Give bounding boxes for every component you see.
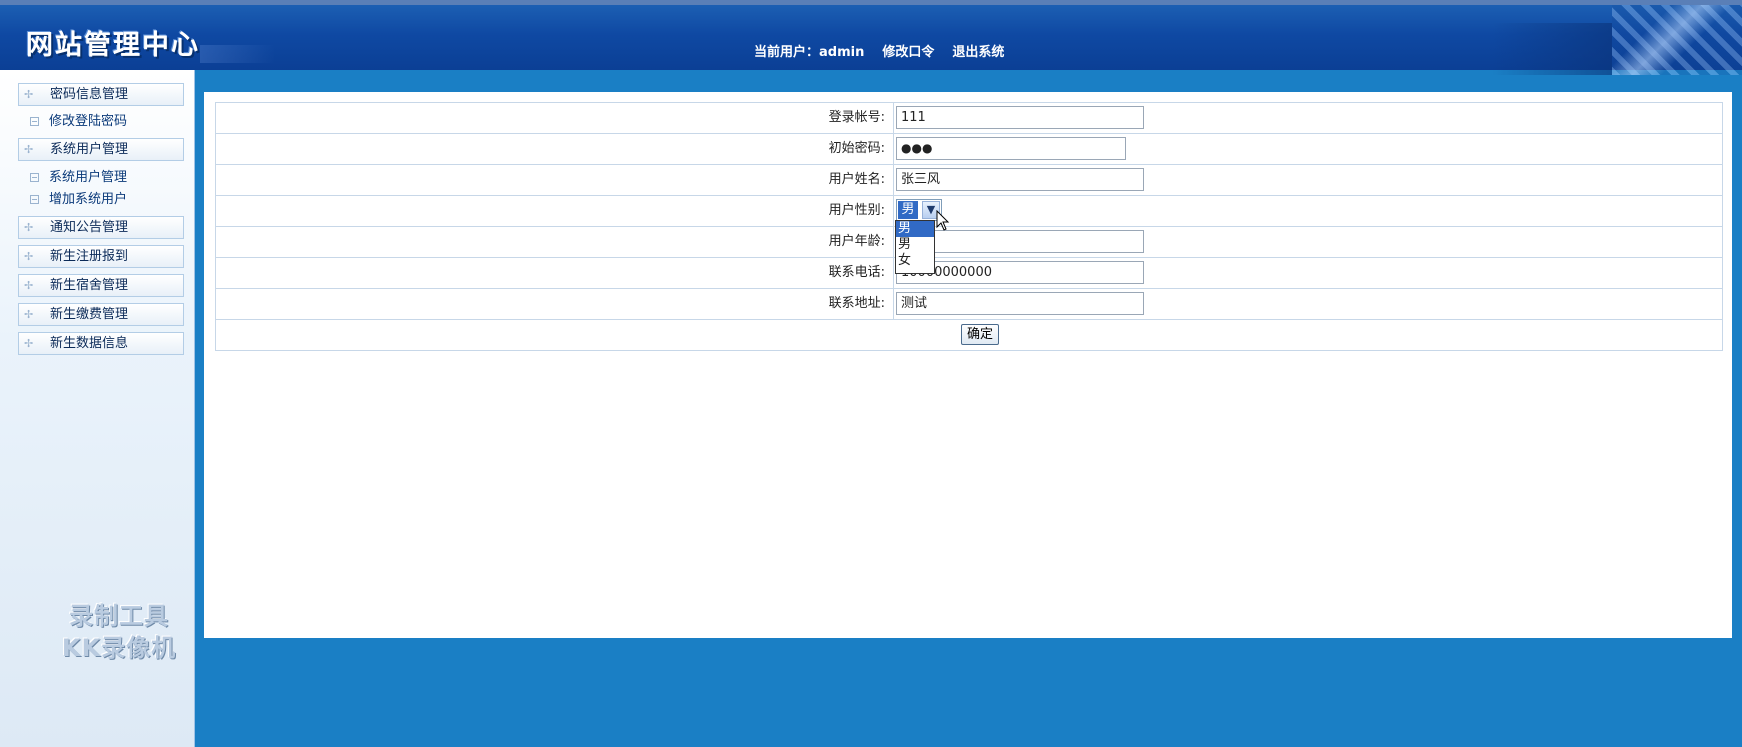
menu-item-label: 增加系统用户: [49, 192, 128, 207]
menu-item-label: 修改登陆密码: [49, 114, 128, 129]
menu-group-label: 新生缴费管理: [50, 307, 129, 322]
site-title: 网站管理中心: [26, 30, 200, 61]
phone-label: 联系电话:: [216, 258, 894, 288]
menu-group-registration[interactable]: ✢ 新生注册报到: [18, 245, 184, 268]
user-form-table: 登录帐号: 111 初始密码: ●●● 用户姓名: 张三风 用户性别: 男 ▼ …: [215, 102, 1723, 351]
initial-password-label: 初始密码:: [216, 134, 894, 164]
plus-icon: ✢: [24, 143, 34, 156]
change-password-link[interactable]: 修改口令: [882, 41, 934, 60]
submit-button[interactable]: 确定: [961, 324, 999, 345]
gender-dropdown-list: 男 男 女: [895, 220, 935, 274]
form-row-user-name: 用户姓名: 张三风: [216, 165, 1722, 196]
login-account-label: 登录帐号:: [216, 103, 894, 133]
menu-group-label: 密码信息管理: [50, 87, 129, 102]
menu-item-change-login-password[interactable]: 修改登陆密码: [30, 114, 127, 130]
user-name-label: 用户姓名:: [216, 165, 894, 195]
mouse-cursor-icon: [936, 210, 950, 231]
form-row-login-account: 登录帐号: 111: [216, 103, 1722, 134]
login-account-input[interactable]: 111: [896, 106, 1144, 129]
menu-group-label: 新生宿舍管理: [50, 278, 129, 293]
menu-group-notices[interactable]: ✢ 通知公告管理: [18, 216, 184, 239]
minus-box-icon: [30, 173, 39, 182]
logout-link[interactable]: 退出系统: [952, 41, 1004, 60]
plus-icon: ✢: [24, 88, 34, 101]
header-shade: [1492, 23, 1612, 75]
menu-item-label: 系统用户管理: [49, 170, 128, 185]
plus-icon: ✢: [24, 279, 34, 292]
minus-box-icon: [30, 195, 39, 204]
user-name-input[interactable]: 张三风: [896, 168, 1144, 191]
user-bar: 当前用户：admin 修改口令 退出系统: [754, 41, 1004, 60]
form-row-age: 用户年龄:: [216, 227, 1722, 258]
main-content: 登录帐号: 111 初始密码: ●●● 用户姓名: 张三风 用户性别: 男 ▼ …: [204, 92, 1732, 638]
menu-group-label: 系统用户管理: [50, 142, 129, 157]
menu-item-system-users[interactable]: 系统用户管理: [30, 170, 127, 186]
plus-icon: ✢: [24, 221, 34, 234]
menu-item-add-system-user[interactable]: 增加系统用户: [30, 192, 127, 208]
plus-icon: ✢: [24, 337, 34, 350]
current-user-label: 当前用户：admin: [754, 45, 865, 60]
menu-group-payment[interactable]: ✢ 新生缴费管理: [18, 303, 184, 326]
gender-selected-value: 男: [898, 201, 918, 219]
gender-option[interactable]: 男: [896, 221, 934, 237]
form-row-phone: 联系电话: 10000000000: [216, 258, 1722, 289]
header-corner-graphic: [1612, 5, 1742, 75]
minus-box-icon: [30, 117, 39, 126]
menu-group-label: 新生注册报到: [50, 249, 129, 264]
plus-icon: ✢: [24, 250, 34, 263]
age-label: 用户年龄:: [216, 227, 894, 257]
menu-group-label: 新生数据信息: [50, 336, 129, 351]
form-row-gender: 用户性别: 男 ▼: [216, 196, 1722, 227]
gender-label: 用户性别:: [216, 196, 894, 226]
recorder-watermark-line2: KK录像机: [61, 634, 177, 662]
form-row-address: 联系地址: 测试: [216, 289, 1722, 320]
menu-group-system-users[interactable]: ✢ 系统用户管理: [18, 138, 184, 161]
menu-group-password[interactable]: ✢ 密码信息管理: [18, 83, 184, 106]
recorder-watermark-line1: 录制工具: [69, 602, 169, 630]
gender-option[interactable]: 女: [896, 253, 934, 269]
menu-group-label: 通知公告管理: [50, 220, 129, 235]
gender-option[interactable]: 男: [896, 237, 934, 253]
sidebar: ✢ 密码信息管理 修改登陆密码 ✢ 系统用户管理 系统用户管理 增加系统用户 ✢…: [0, 70, 195, 747]
title-decoration: [200, 45, 275, 63]
header: 网站管理中心 当前用户：admin 修改口令 退出系统: [0, 0, 1742, 75]
menu-group-student-data[interactable]: ✢ 新生数据信息: [18, 332, 184, 355]
initial-password-input[interactable]: ●●●: [896, 137, 1126, 160]
menu-group-dormitory[interactable]: ✢ 新生宿舍管理: [18, 274, 184, 297]
address-input[interactable]: 测试: [896, 292, 1144, 315]
form-row-initial-password: 初始密码: ●●●: [216, 134, 1722, 165]
form-row-submit: 确定: [216, 320, 1722, 350]
address-label: 联系地址:: [216, 289, 894, 319]
plus-icon: ✢: [24, 308, 34, 321]
